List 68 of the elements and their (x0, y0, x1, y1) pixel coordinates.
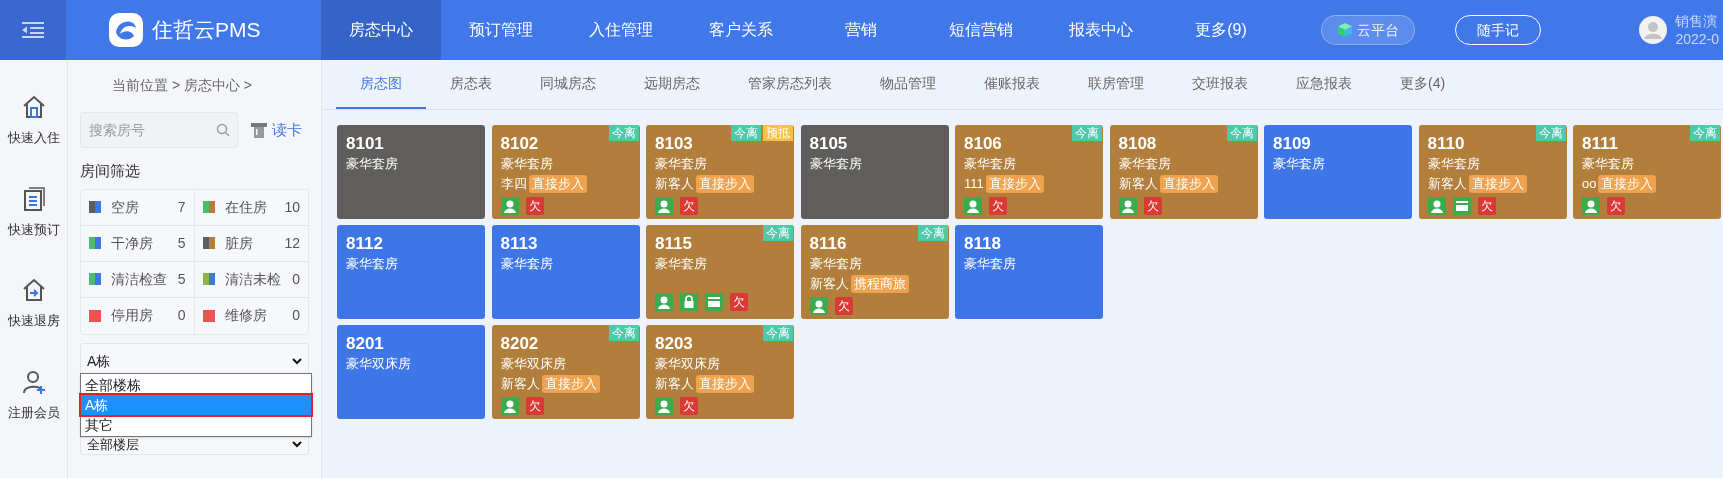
debt-tag: 欠 (1477, 196, 1496, 215)
room-type: 豪华套房 (809, 155, 863, 173)
user-name: 销售演 (1675, 12, 1719, 30)
guest-name: 新客人 (809, 275, 849, 293)
app-name: 住哲云PMS (152, 17, 261, 44)
room-type: 豪华套房 (500, 155, 554, 173)
status-tag: 今离 (608, 325, 639, 341)
guest-name: 新客人 (655, 375, 694, 393)
source-tag: 携程商旅 (850, 274, 909, 293)
login-date: 2022-0 (1675, 30, 1719, 48)
status-tag: 今离 (731, 125, 761, 141)
guest-name: 新客人 (500, 375, 540, 393)
room-number: 8201 (346, 333, 385, 355)
debt-tag: 欠 (525, 196, 544, 215)
debt-tag: 欠 (525, 396, 544, 415)
debt-tag: 欠 (730, 293, 748, 311)
room-number: 8109 (1273, 133, 1312, 155)
source-tag: 直接步入 (696, 174, 754, 193)
status-tag: 今离 (608, 125, 639, 141)
room-number: 8105 (809, 133, 849, 155)
source-tag: 直接步入 (1159, 174, 1218, 193)
source-tag: 直接步入 (1598, 174, 1657, 193)
status-tag: 今离 (763, 225, 793, 241)
room-type: 豪华套房 (1118, 155, 1172, 173)
room-number: 8118 (964, 233, 1002, 255)
guest-name: 新客人 (655, 175, 694, 193)
debt-tag: 欠 (680, 196, 698, 215)
room-type: 豪华套房 (346, 255, 399, 273)
room-type: 豪华套房 (346, 155, 399, 173)
status-tag: 预抵 (763, 125, 793, 141)
status-tag: 今离 (1535, 125, 1566, 141)
room-type: 豪华套房 (500, 255, 554, 273)
status-tag: 今离 (1072, 125, 1102, 141)
breadcrumb: 当前位置 > 房态中心 > (112, 75, 253, 95)
room-type: 豪华套房 (809, 255, 863, 273)
filter-title: 房间筛选 (80, 161, 141, 181)
status-tag: 今离 (1226, 125, 1257, 141)
debt-tag: 欠 (834, 296, 853, 315)
room-type: 豪华套房 (655, 255, 708, 273)
guest-name: 李四 (500, 175, 527, 193)
room-type: 豪华双床房 (500, 355, 567, 373)
debt-tag: 欠 (989, 196, 1007, 215)
status-tag: 今离 (917, 225, 948, 241)
source-tag: 直接步入 (1468, 174, 1527, 193)
source-tag: 直接步入 (985, 174, 1044, 193)
guest-name: 新客人 (1118, 175, 1158, 193)
room-type: 豪华双床房 (346, 355, 412, 373)
room-type: 豪华套房 (964, 155, 1017, 173)
debt-tag: 欠 (1607, 196, 1625, 215)
guest-name: 新客人 (1427, 175, 1467, 193)
room-type: 豪华双床房 (655, 355, 721, 373)
room-type: 豪华套房 (1273, 155, 1326, 173)
room-number: 8112 (346, 233, 384, 255)
source-tag: 直接步入 (541, 374, 600, 393)
source-tag: 直接步入 (696, 374, 754, 393)
status-tag: 今离 (763, 325, 793, 341)
guest-name: oo (1582, 175, 1597, 193)
room-number: 8101 (346, 133, 385, 155)
guest-name: 111 (964, 175, 984, 193)
room-type: 豪华套房 (964, 255, 1017, 273)
room-type: 豪华套房 (1427, 155, 1481, 173)
room-number: 8113 (500, 233, 539, 255)
room-type: 豪华套房 (1582, 155, 1635, 173)
source-tag: 直接步入 (528, 174, 587, 193)
debt-tag: 欠 (680, 396, 698, 415)
status-tag: 今离 (1690, 125, 1720, 141)
room-type: 豪华套房 (655, 155, 708, 173)
debt-tag: 欠 (1143, 196, 1162, 215)
